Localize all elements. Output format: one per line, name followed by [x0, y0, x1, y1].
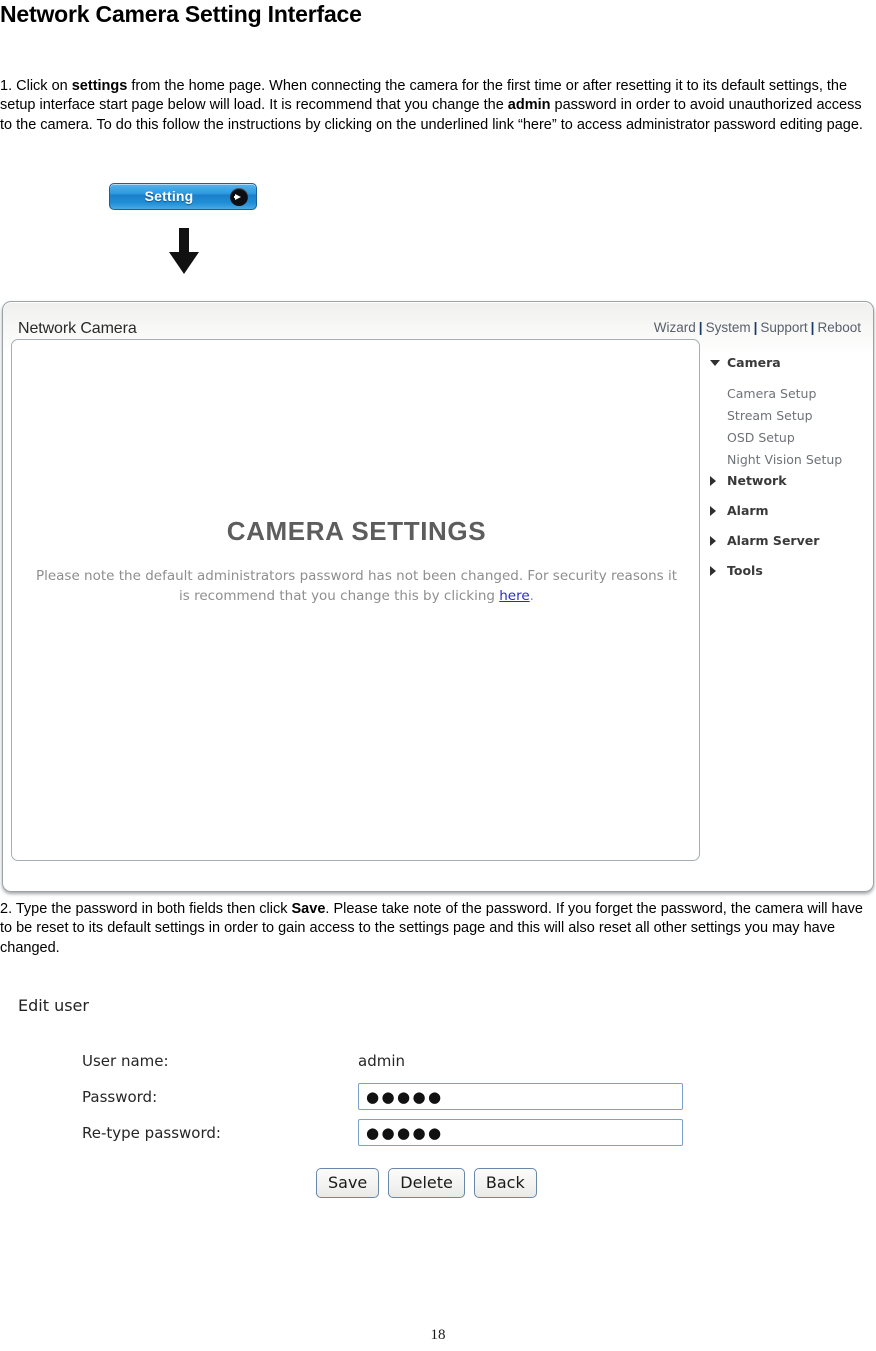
- username-value: admin: [358, 1052, 405, 1070]
- retype-password-label: Re-type password:: [82, 1124, 221, 1142]
- sidebar-group-alarm-server[interactable]: Alarm Server: [709, 534, 864, 564]
- retype-password-field[interactable]: ●●●●●: [358, 1119, 683, 1146]
- password-field[interactable]: ●●●●●: [358, 1083, 683, 1110]
- triangle-right-icon: [710, 536, 716, 546]
- sidebar-group-tools-label: Tools: [727, 563, 763, 578]
- camera-nav-links: Wizard | System | Support | Reboot: [654, 320, 861, 335]
- arrow-right-circle-icon: [230, 188, 248, 206]
- note-text-a: Please note the default administrators p…: [35, 568, 678, 604]
- sidebar-group-network[interactable]: Network: [709, 474, 864, 504]
- sidebar-group-camera-label: Camera: [727, 355, 781, 370]
- password-field-value: ●●●●●: [366, 1088, 444, 1106]
- save-button[interactable]: Save: [316, 1168, 380, 1198]
- nav-separator-2: |: [753, 320, 758, 335]
- para1-bold-admin: admin: [507, 97, 551, 114]
- edit-user-button-row: Save Delete Back: [316, 1168, 546, 1198]
- nav-link-system[interactable]: System: [706, 320, 751, 335]
- sidebar-group-camera[interactable]: Camera: [709, 356, 864, 386]
- sidebar-item-night-vision-setup[interactable]: Night Vision Setup: [709, 452, 864, 474]
- sidebar-item-osd-setup[interactable]: OSD Setup: [709, 430, 864, 452]
- username-label: User name:: [82, 1052, 169, 1070]
- para2-bold-save: Save: [291, 901, 326, 917]
- password-label: Password:: [82, 1088, 158, 1106]
- nav-separator-3: |: [810, 320, 815, 335]
- setting-button-label: Setting: [144, 188, 194, 204]
- back-button[interactable]: Back: [473, 1168, 537, 1198]
- sidebar-item-camera-setup-label: Camera Setup: [727, 386, 817, 401]
- camera-sidebar-menu: Camera Camera Setup Stream Setup OSD Set…: [709, 356, 864, 594]
- page-title: Network Camera Setting Interface: [0, 1, 362, 27]
- sidebar-group-alarm[interactable]: Alarm: [709, 504, 864, 534]
- triangle-down-icon: [710, 360, 720, 366]
- nav-separator-1: |: [698, 320, 703, 335]
- delete-button[interactable]: Delete: [388, 1168, 465, 1198]
- sidebar-item-camera-setup[interactable]: Camera Setup: [709, 386, 864, 408]
- triangle-right-icon: [710, 506, 716, 516]
- sidebar-item-stream-setup[interactable]: Stream Setup: [709, 408, 864, 430]
- para1-text-a: 1. Click on: [0, 78, 72, 94]
- sidebar-group-alarm-label: Alarm: [727, 503, 769, 518]
- setting-button-figure: Setting: [109, 183, 257, 210]
- sidebar-group-tools[interactable]: Tools: [709, 564, 864, 594]
- camera-main-content-box: CAMERA SETTINGS Please note the default …: [11, 339, 700, 861]
- camera-ui-header: Network Camera Wizard | System | Support | Reb…: [3, 302, 873, 340]
- nav-link-support[interactable]: Support: [760, 320, 807, 335]
- page-number: 18: [430, 1327, 446, 1343]
- retype-password-field-value: ●●●●●: [366, 1124, 444, 1142]
- triangle-right-icon: [710, 566, 716, 576]
- nav-link-reboot[interactable]: Reboot: [817, 320, 861, 335]
- para2-text-a: 2. Type the password in both fields then…: [0, 901, 292, 917]
- camera-settings-heading: CAMERA SETTINGS: [226, 516, 487, 546]
- camera-web-ui-panel: Network Camera Wizard | System | Support | Reb…: [2, 301, 874, 892]
- triangle-right-icon: [710, 476, 716, 486]
- camera-settings-note: Please note the default administrators p…: [32, 566, 681, 606]
- note-text-b: .: [529, 588, 534, 604]
- instruction-paragraph-1: 1. Click on settings from the home page.…: [0, 77, 872, 135]
- sidebar-item-night-vision-setup-label: Night Vision Setup: [727, 452, 843, 467]
- arrow-down-icon: [167, 228, 201, 278]
- setting-button[interactable]: Setting: [109, 183, 257, 210]
- camera-brand-label: Network Camera: [18, 320, 137, 337]
- here-link[interactable]: here: [499, 588, 529, 604]
- sidebar-group-network-label: Network: [727, 473, 787, 488]
- edit-user-title: Edit user: [18, 996, 89, 1015]
- nav-link-wizard[interactable]: Wizard: [654, 320, 696, 335]
- sidebar-group-alarm-server-label: Alarm Server: [727, 533, 820, 548]
- instruction-paragraph-2: 2. Type the password in both fields then…: [0, 900, 876, 958]
- sidebar-item-stream-setup-label: Stream Setup: [727, 408, 813, 423]
- sidebar-item-osd-setup-label: OSD Setup: [727, 430, 795, 445]
- para1-bold-settings: settings: [71, 78, 128, 94]
